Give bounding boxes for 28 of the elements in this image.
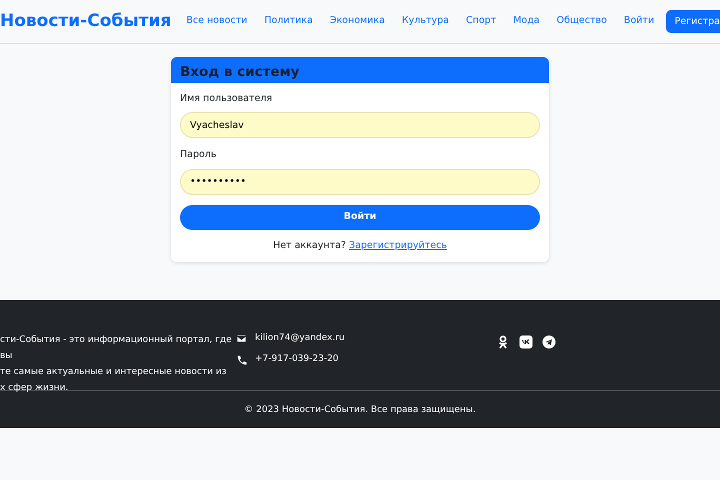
site-logo[interactable]: Новости-События bbox=[0, 8, 172, 34]
nav-link[interactable]: Культура bbox=[393, 14, 458, 29]
login-button[interactable]: Войти bbox=[180, 204, 540, 230]
phone-icon bbox=[236, 354, 247, 366]
register-link[interactable]: Зарегистрируйтесь bbox=[348, 240, 447, 250]
nav-link[interactable]: Спорт bbox=[457, 14, 505, 29]
vk-logo-icon[interactable] bbox=[519, 334, 533, 349]
nav-link[interactable]: Экономика bbox=[321, 14, 394, 29]
nav-link[interactable]: Войти bbox=[615, 14, 663, 29]
input-field[interactable]: •••••••••• bbox=[180, 168, 540, 194]
field-label: Имя пользователя bbox=[180, 92, 274, 106]
card-title: Вход в систему bbox=[171, 57, 549, 83]
description-text: те самые актуальные и интересные новости из bbox=[0, 366, 228, 379]
nav-link[interactable]: Политика bbox=[256, 14, 322, 29]
description-text: х сфер жизни. bbox=[0, 382, 70, 395]
envelope-icon bbox=[236, 333, 247, 344]
paper-plane-icon[interactable] bbox=[542, 334, 556, 349]
phone-text: +7-917-039-23-20 bbox=[255, 353, 339, 366]
nav-link[interactable]: Все новости bbox=[178, 14, 256, 29]
signup-prompt: Нет аккаунта? Зарегистрируйтесь bbox=[272, 238, 448, 252]
copyright-text: © 2023 Новости-События. Все права защищены. bbox=[243, 404, 477, 417]
nav-link[interactable]: Мода bbox=[504, 14, 548, 29]
ok-logo-icon[interactable] bbox=[496, 334, 510, 349]
field-label: Пароль bbox=[180, 148, 218, 162]
email-text: kilion74@yandex.ru bbox=[255, 332, 345, 345]
input-field[interactable]: Vyacheslav bbox=[180, 112, 540, 138]
register-button[interactable]: Регистра bbox=[666, 10, 720, 33]
nav-link[interactable]: Общество bbox=[548, 14, 616, 29]
